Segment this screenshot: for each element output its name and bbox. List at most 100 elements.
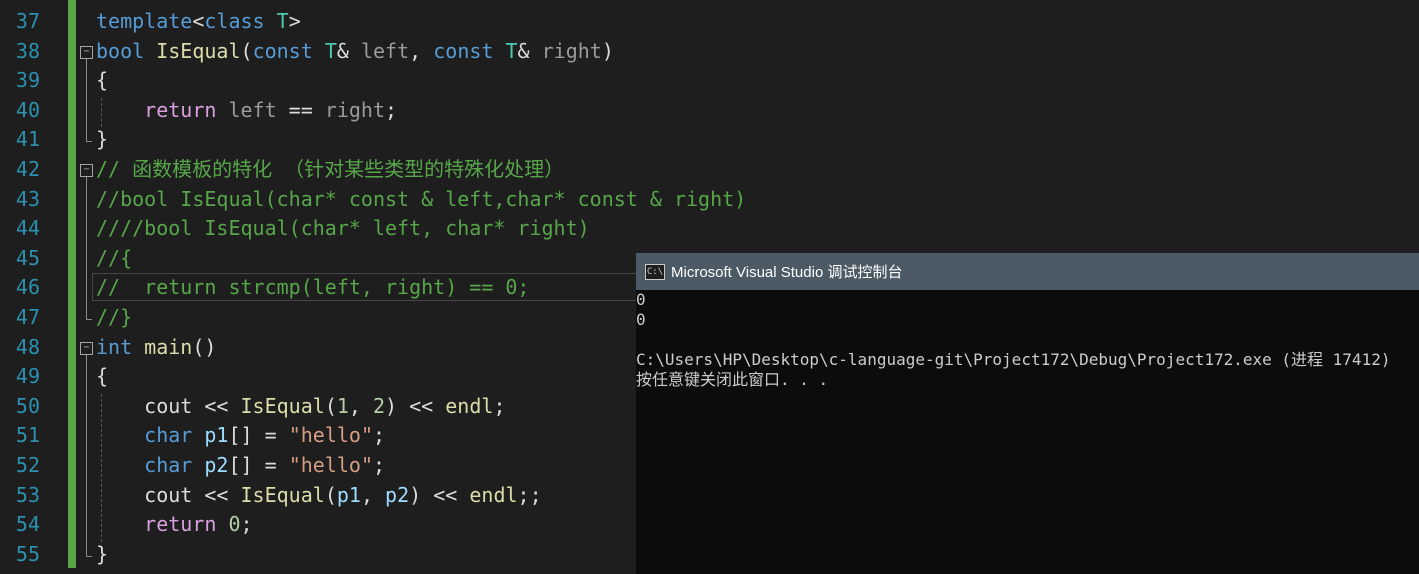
- code-token: int: [96, 334, 133, 359]
- code-token: cout: [144, 393, 193, 418]
- code-line[interactable]: }: [96, 540, 108, 570]
- code-token: (: [324, 393, 337, 418]
- code-token: //{: [96, 245, 133, 270]
- line-number: 52: [15, 453, 40, 477]
- code-line[interactable]: // return strcmp(left, right) == 0;: [96, 273, 529, 303]
- code-token: const: [252, 38, 313, 63]
- code-token: const: [433, 38, 494, 63]
- code-token: (: [324, 482, 337, 507]
- fold-collapse-icon[interactable]: −: [80, 341, 93, 355]
- line-number: 37: [15, 9, 40, 33]
- fold-collapse-icon[interactable]: −: [80, 164, 93, 177]
- code-token: <<: [192, 393, 241, 418]
- code-line[interactable]: return left == right;: [96, 96, 397, 126]
- code-token: <: [192, 9, 205, 33]
- code-token: right: [541, 38, 602, 63]
- code-token: p2: [204, 453, 229, 477]
- code-line[interactable]: template<class T>: [96, 7, 301, 37]
- code-line[interactable]: // 函数模板的特化 （针对某些类型的特殊化处理）: [96, 155, 564, 185]
- console-titlebar[interactable]: C:\ Microsoft Visual Studio 调试控制台: [636, 253, 1419, 290]
- code-token: ) <<: [409, 482, 470, 507]
- code-line[interactable]: char p1[] = "hello";: [96, 421, 385, 451]
- code-line[interactable]: {: [96, 66, 108, 96]
- fold-region-line: [86, 58, 87, 142]
- code-token: ): [601, 38, 614, 63]
- fold-collapse-icon[interactable]: −: [80, 45, 93, 59]
- code-token: [] =: [228, 423, 289, 448]
- line-number: 38: [15, 38, 40, 63]
- code-token: cout: [144, 482, 193, 507]
- code-token: IsEqual: [240, 482, 325, 507]
- code-token: ;: [493, 393, 506, 418]
- code-line[interactable]: char p2[] = "hello";: [96, 451, 385, 481]
- code-token: //bool IsEqual(char* const & left,char* …: [96, 186, 747, 211]
- code-token: ) <<: [385, 393, 446, 418]
- line-number: 49: [15, 364, 40, 389]
- indent-guide: [101, 393, 102, 542]
- line-number: 44: [15, 216, 40, 241]
- code-token: [] =: [228, 453, 289, 477]
- code-line[interactable]: {: [96, 362, 108, 392]
- line-number: 54: [15, 512, 40, 537]
- code-token: ;: [240, 512, 253, 537]
- code-token: char: [144, 453, 193, 477]
- code-token: T: [505, 38, 518, 63]
- code-token: 2: [373, 393, 386, 418]
- code-token: ////bool IsEqual(char* left, char* right…: [96, 216, 590, 241]
- code-line[interactable]: cout << IsEqual(1, 2) << endl;: [96, 392, 505, 422]
- debug-console-window[interactable]: C:\ Microsoft Visual Studio 调试控制台 0 0 C:…: [636, 253, 1419, 574]
- indent-guide: [101, 97, 102, 128]
- code-token: endl: [445, 393, 494, 418]
- console-title: Microsoft Visual Studio 调试控制台: [671, 264, 903, 281]
- code-line[interactable]: //bool IsEqual(char* const & left,char* …: [96, 185, 746, 215]
- line-number: 55: [15, 541, 40, 566]
- code-token: class: [204, 9, 265, 33]
- code-token: endl: [469, 482, 518, 507]
- line-number: 39: [15, 68, 40, 93]
- code-line[interactable]: //}: [96, 303, 132, 333]
- code-token: // return strcmp(left, right) == 0;: [96, 275, 530, 300]
- console-output: 0 0 C:\Users\HP\Desktop\c-language-git\P…: [636, 290, 1391, 389]
- fold-region-end: [86, 319, 92, 320]
- code-line[interactable]: }: [96, 125, 108, 155]
- line-number: 47: [15, 305, 40, 329]
- code-line[interactable]: return 0;: [96, 510, 253, 540]
- line-number: 50: [15, 393, 40, 418]
- code-token: 1: [336, 393, 349, 418]
- code-line[interactable]: int main(): [96, 333, 216, 363]
- code-token: "hello": [288, 423, 373, 448]
- code-token: {: [96, 364, 109, 389]
- code-token: IsEqual: [240, 393, 325, 418]
- code-line[interactable]: ////bool IsEqual(char* left, char* right…: [96, 214, 590, 244]
- fold-region-line: [86, 354, 87, 556]
- code-line[interactable]: cout << IsEqual(p1, p2) << endl;;: [96, 481, 541, 511]
- fold-region-end: [86, 141, 92, 143]
- code-token: p2: [385, 482, 410, 507]
- code-line[interactable]: //{: [96, 244, 132, 274]
- code-token: p1: [204, 423, 229, 448]
- line-number: 53: [15, 482, 40, 507]
- code-token: left: [228, 97, 277, 122]
- code-line[interactable]: bool IsEqual(const T& left, const T& rig…: [96, 37, 614, 67]
- code-token: (: [240, 38, 253, 63]
- line-number: 45: [15, 245, 40, 270]
- fold-region-end: [86, 555, 92, 557]
- code-token: ,: [409, 38, 434, 63]
- code-token: template: [96, 9, 193, 33]
- fold-region-line: [86, 177, 87, 319]
- code-token: }: [96, 127, 109, 152]
- code-token: right: [324, 97, 386, 122]
- code-token: ,: [348, 393, 373, 418]
